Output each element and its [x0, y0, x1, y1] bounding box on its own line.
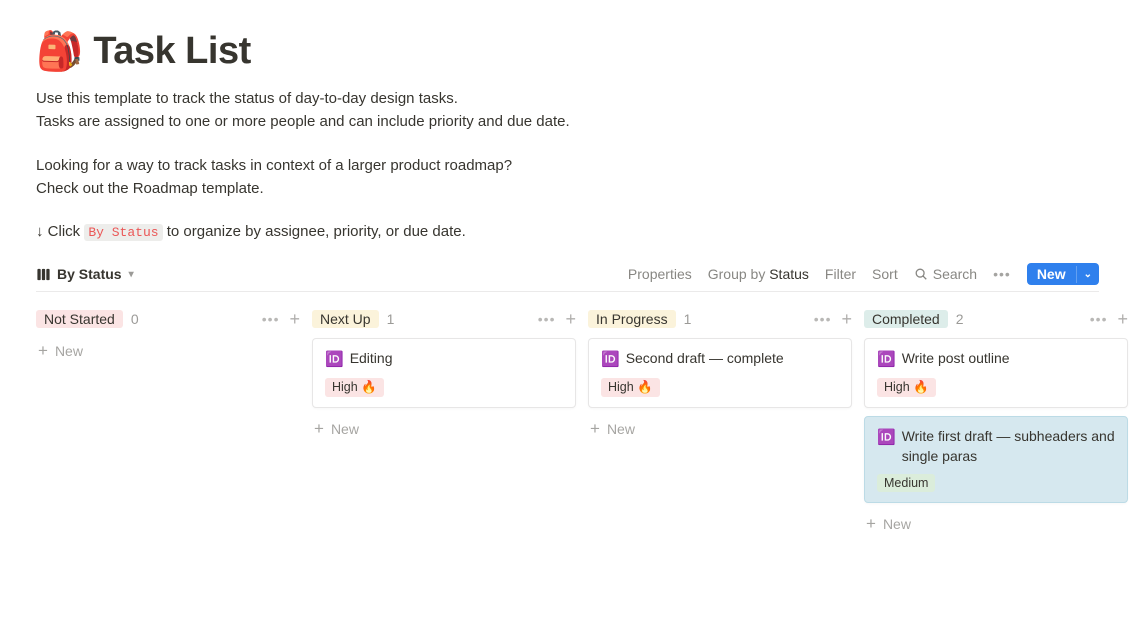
chevron-down-icon[interactable]: ⌄: [1076, 266, 1099, 283]
column-count: 2: [956, 311, 964, 327]
priority-tag: High 🔥: [877, 378, 936, 397]
search-icon: [914, 267, 928, 281]
card-title: Write post outline: [902, 349, 1010, 369]
board-column-notstarted: Not Started 0 ••• + + New: [36, 310, 300, 363]
column-status-tag[interactable]: Not Started: [36, 310, 123, 328]
card-icon: 🆔: [877, 349, 896, 370]
column-more-button[interactable]: •••: [262, 311, 280, 327]
add-card-button[interactable]: + New: [588, 416, 852, 441]
column-count: 0: [131, 311, 139, 327]
column-status-tag[interactable]: Next Up: [312, 310, 379, 328]
card[interactable]: 🆔 Write first draft — subheaders and sing…: [864, 416, 1128, 503]
board-icon: [36, 267, 51, 282]
board: Not Started 0 ••• + + New Next Up 1 ••• + 🆔 Editing…: [36, 310, 1099, 536]
desc-line: Tasks are assigned to one or more people…: [36, 110, 1099, 133]
view-switcher[interactable]: By Status ▾: [36, 266, 134, 282]
page-icon[interactable]: 🎒: [36, 33, 83, 71]
plus-icon: +: [866, 515, 876, 532]
more-button[interactable]: •••: [993, 266, 1011, 282]
chevron-down-icon: ▾: [129, 269, 134, 280]
column-add-button[interactable]: +: [1117, 310, 1128, 328]
column-add-button[interactable]: +: [841, 310, 852, 328]
toolbar-actions: Properties Group by Status Filter Sort S…: [628, 263, 1099, 285]
column-add-button[interactable]: +: [565, 310, 576, 328]
add-card-button[interactable]: + New: [36, 338, 300, 363]
card-icon: 🆔: [325, 349, 344, 370]
properties-button[interactable]: Properties: [628, 266, 692, 282]
card[interactable]: 🆔 Write post outline High 🔥: [864, 338, 1128, 408]
column-header: Next Up 1 ••• +: [312, 310, 576, 328]
card-icon: 🆔: [877, 427, 896, 448]
priority-tag: High 🔥: [601, 378, 660, 397]
desc-line: Use this template to track the status of…: [36, 87, 1099, 110]
column-more-button[interactable]: •••: [814, 311, 832, 327]
page-header: 🎒 Task List: [36, 30, 1099, 73]
search-button[interactable]: Search: [914, 266, 977, 282]
board-column-nextup: Next Up 1 ••• + 🆔 Editing High 🔥 + New: [312, 310, 576, 441]
add-card-label: New: [331, 421, 359, 437]
database-toolbar: By Status ▾ Properties Group by Status F…: [36, 263, 1099, 292]
column-header: In Progress 1 ••• +: [588, 310, 852, 328]
page-title[interactable]: Task List: [93, 30, 250, 73]
new-button[interactable]: New ⌄: [1027, 263, 1099, 285]
column-more-button[interactable]: •••: [1090, 311, 1108, 327]
column-header: Completed 2 ••• +: [864, 310, 1128, 328]
column-more-button[interactable]: •••: [538, 311, 556, 327]
page-description[interactable]: Use this template to track the status of…: [36, 87, 1099, 243]
inline-code: By Status: [84, 224, 162, 241]
groupby-button[interactable]: Group by Status: [708, 266, 809, 282]
desc-line: Looking for a way to track tasks in cont…: [36, 154, 1099, 177]
column-add-button[interactable]: +: [289, 310, 300, 328]
filter-button[interactable]: Filter: [825, 266, 856, 282]
add-card-label: New: [607, 421, 635, 437]
add-card-button[interactable]: + New: [864, 511, 1128, 536]
card-title: Editing: [350, 349, 393, 369]
priority-tag: Medium: [877, 474, 935, 492]
plus-icon: +: [38, 342, 48, 359]
board-column-completed: Completed2•••+🆔Write post outlineHigh 🔥🆔…: [864, 310, 1128, 536]
add-card-label: New: [55, 343, 83, 359]
plus-icon: +: [314, 420, 324, 437]
column-count: 1: [387, 311, 395, 327]
column-status-tag[interactable]: Completed: [864, 310, 948, 328]
plus-icon: +: [590, 420, 600, 437]
card[interactable]: 🆔 Editing High 🔥: [312, 338, 576, 408]
card[interactable]: 🆔 Second draft — complete High 🔥: [588, 338, 852, 408]
card-icon: 🆔: [601, 349, 620, 370]
column-status-tag[interactable]: In Progress: [588, 310, 676, 328]
desc-line: Check out the Roadmap template.: [36, 177, 1099, 200]
priority-tag: High 🔥: [325, 378, 384, 397]
view-label: By Status: [57, 266, 122, 282]
add-card-label: New: [883, 516, 911, 532]
column-count: 1: [684, 311, 692, 327]
column-header: Not Started 0 ••• +: [36, 310, 300, 328]
board-column-inprogress: In Progress 1 ••• + 🆔 Second draft — complete…: [588, 310, 852, 441]
add-card-button[interactable]: + New: [312, 416, 576, 441]
card-title: Write first draft — subheaders and singl…: [902, 427, 1115, 466]
desc-hint: ↓ Click By Status to organize by assigne…: [36, 220, 1099, 243]
card-title: Second draft — complete: [626, 349, 784, 369]
sort-button[interactable]: Sort: [872, 266, 898, 282]
